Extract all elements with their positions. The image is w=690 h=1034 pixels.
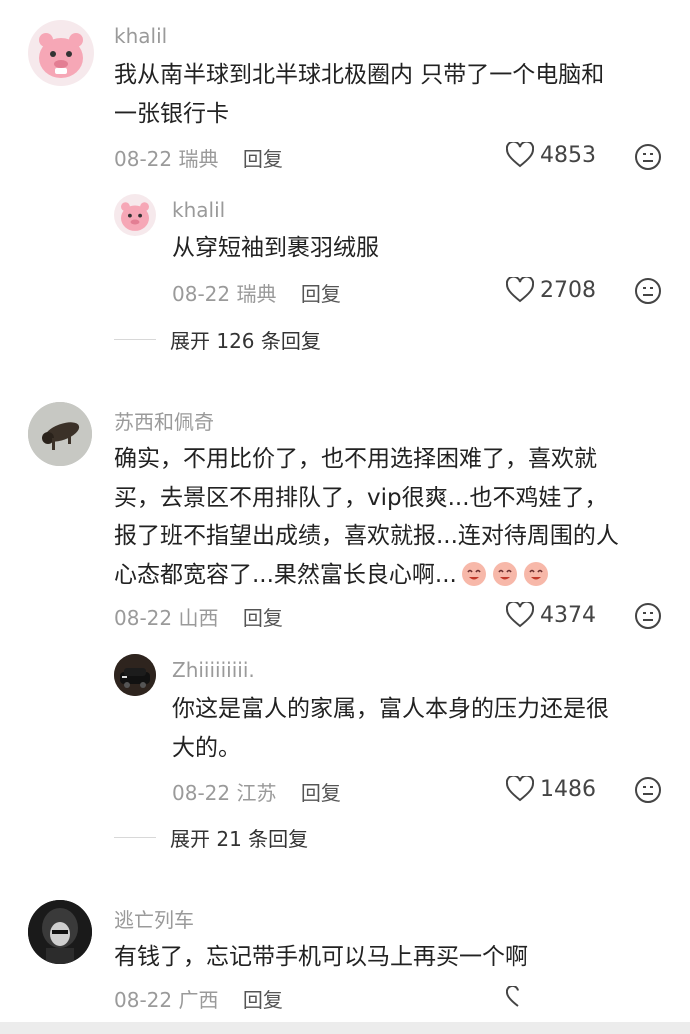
reply-location: 瑞典 (236, 282, 277, 306)
heart-icon[interactable] (506, 986, 530, 1008)
comment-text: 我从南半球到北半球北极圈内 只带了一个电脑和 一张银行卡 (114, 62, 605, 127)
dislike-icon[interactable] (634, 277, 662, 305)
divider (114, 837, 156, 838)
reply-button[interactable]: 回复 (243, 147, 283, 171)
comment-date: 08-22 (114, 988, 173, 1012)
reply-username[interactable]: khalil (172, 198, 225, 222)
expand-replies-button[interactable]: 展开 126 条回复 (114, 325, 321, 354)
heart-icon (506, 142, 534, 168)
comment-username[interactable]: khalil (114, 24, 167, 48)
dislike-icon[interactable] (634, 143, 662, 171)
like-count: 4374 (540, 602, 596, 628)
heart-icon (506, 776, 534, 802)
expand-label: 展开 21 条回复 (170, 827, 309, 851)
laughing-peach-emoji-icon (457, 561, 550, 588)
pink-pig-avatar-icon (121, 202, 149, 231)
heart-icon (506, 602, 534, 628)
reply-meta: 08-22 江苏 回复 (172, 777, 341, 806)
expand-label: 展开 126 条回复 (170, 329, 321, 353)
heart-icon (506, 277, 534, 303)
car-photo-avatar-icon (114, 654, 156, 696)
comment-text: 确实，不用比价了，也不用选择困难了，喜欢就 买，去景区不用排队了，vip很爽..… (114, 440, 674, 594)
reply-button[interactable]: 回复 (243, 606, 283, 630)
like-button[interactable]: 1486 (506, 776, 596, 802)
comment-username[interactable]: 苏西和佩奇 (114, 406, 214, 435)
comment-location: 山西 (178, 606, 219, 630)
reply-date: 08-22 (172, 781, 231, 805)
like-count: 2708 (540, 277, 596, 303)
like-button[interactable]: 2708 (506, 277, 596, 303)
avatar[interactable] (28, 20, 94, 86)
reply-text: 从穿短袖到裹羽绒服 (172, 235, 379, 261)
comment-date: 08-22 (114, 147, 173, 171)
pink-pig-avatar-icon (39, 33, 83, 78)
reply-button[interactable]: 回复 (301, 282, 341, 306)
person-photo-avatar-icon (28, 900, 92, 964)
comment-location: 广西 (178, 988, 219, 1012)
reply-button[interactable]: 回复 (301, 781, 341, 805)
comment-meta: 08-22 瑞典 回复 (114, 143, 283, 172)
reply-username[interactable]: Zhiiiiiiiii. (172, 658, 255, 682)
divider (114, 339, 156, 340)
dislike-icon[interactable] (634, 776, 662, 804)
avatar[interactable] (28, 900, 92, 964)
comment-location: 瑞典 (178, 147, 219, 171)
reply-button[interactable]: 回复 (243, 988, 283, 1012)
like-count: 1486 (540, 776, 596, 802)
reply-meta: 08-22 瑞典 回复 (172, 278, 341, 307)
avatar[interactable] (114, 654, 156, 696)
like-button[interactable]: 4374 (506, 602, 596, 628)
dislike-icon[interactable] (634, 602, 662, 630)
bottom-bar (0, 1022, 690, 1034)
like-button[interactable]: 4853 (506, 142, 596, 168)
reply-date: 08-22 (172, 282, 231, 306)
comment-username[interactable]: 逃亡列车 (114, 904, 194, 933)
comment-date: 08-22 (114, 606, 173, 630)
expand-replies-button[interactable]: 展开 21 条回复 (114, 823, 308, 852)
comment-text: 有钱了，忘记带手机可以马上再买一个啊 (114, 944, 528, 970)
reply-location: 江苏 (236, 781, 277, 805)
avatar[interactable] (114, 194, 156, 236)
like-count: 4853 (540, 142, 596, 168)
avatar[interactable] (28, 402, 92, 466)
dog-photo-avatar-icon (28, 402, 92, 466)
reply-text: 你这是富人的家属，富人本身的压力还是很 大的。 (172, 696, 609, 761)
comment-meta: 08-22 广西 回复 (114, 984, 283, 1013)
comment-meta: 08-22 山西 回复 (114, 602, 283, 631)
